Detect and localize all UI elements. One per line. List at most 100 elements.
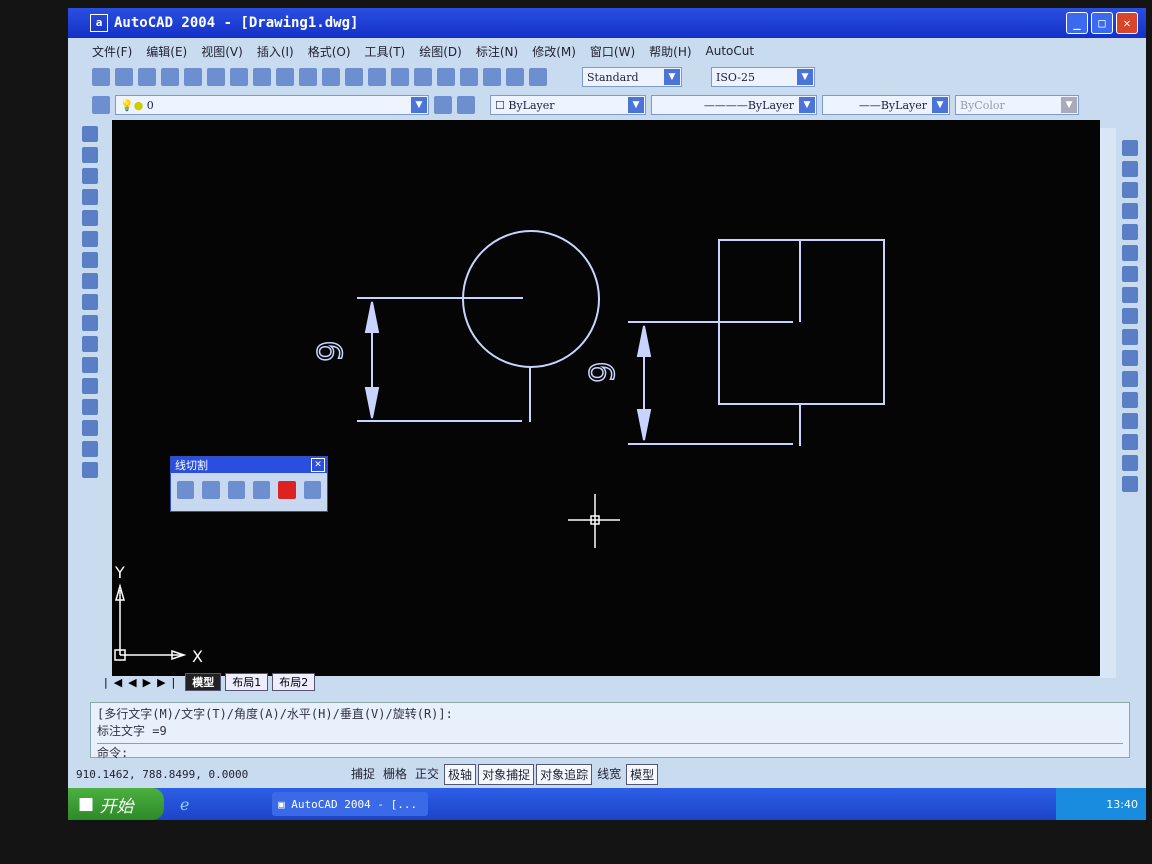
menu-item[interactable]: AutoCut xyxy=(706,44,755,58)
tab-layout1[interactable]: 布局1 xyxy=(225,673,269,691)
minimize-button[interactable]: _ xyxy=(1066,12,1088,34)
toolbar-tool-icon[interactable] xyxy=(391,68,409,86)
modify-tool-icon[interactable] xyxy=(1122,287,1138,303)
modify-tool-icon[interactable] xyxy=(1122,203,1138,219)
tab-layout2[interactable]: 布局2 xyxy=(272,673,316,691)
menu-item[interactable]: 插入(I) xyxy=(257,43,294,60)
toolbar-tool-icon[interactable] xyxy=(460,68,478,86)
draw-tool-icon[interactable] xyxy=(82,420,98,436)
modify-tool-icon[interactable] xyxy=(1122,455,1138,471)
draw-tool-icon[interactable] xyxy=(82,126,98,142)
draw-tool-icon[interactable] xyxy=(82,273,98,289)
status-toggle-button[interactable]: 对象捕捉 xyxy=(478,763,535,785)
toolbar-tool-icon[interactable] xyxy=(253,68,271,86)
drawing-canvas[interactable]: 9 9 Y X xyxy=(112,120,1100,676)
status-toggle-button[interactable]: 模型 xyxy=(626,763,659,785)
menu-item[interactable]: 标注(N) xyxy=(476,43,518,60)
status-toggle-button[interactable]: 线宽 xyxy=(594,764,624,785)
wire-cut-tool-icon[interactable] xyxy=(303,481,321,499)
plot-style-select[interactable]: ByColor ▼ xyxy=(955,95,1079,115)
toolbar-tool-icon[interactable] xyxy=(276,68,294,86)
menu-item[interactable]: 修改(M) xyxy=(532,43,576,60)
layer-previous-icon[interactable] xyxy=(457,96,475,114)
command-window[interactable]: [多行文字(M)/文字(T)/角度(A)/水平(H)/垂直(V)/旋转(R)]:… xyxy=(90,702,1130,761)
close-button[interactable]: ✕ xyxy=(1116,12,1138,34)
wire-cut-tool-icon[interactable] xyxy=(227,481,245,499)
toolbar-tool-icon[interactable] xyxy=(161,68,179,86)
draw-tool-icon[interactable] xyxy=(82,252,98,268)
status-toggle-button[interactable]: 栅格 xyxy=(380,764,410,785)
toolbar-tool-icon[interactable] xyxy=(207,68,225,86)
modify-tool-icon[interactable] xyxy=(1122,371,1138,387)
close-icon[interactable]: ✕ xyxy=(311,458,325,472)
menu-item[interactable]: 工具(T) xyxy=(365,43,406,60)
draw-tool-icon[interactable] xyxy=(82,378,98,394)
toolbar-tool-icon[interactable] xyxy=(184,68,202,86)
toolbar-tool-icon[interactable] xyxy=(92,68,110,86)
modify-tool-icon[interactable] xyxy=(1122,476,1138,492)
toolbar-tool-icon[interactable] xyxy=(414,68,432,86)
menu-item[interactable]: 帮助(H) xyxy=(649,43,691,60)
modify-tool-icon[interactable] xyxy=(1122,140,1138,156)
modify-tool-icon[interactable] xyxy=(1122,350,1138,366)
toolbar-tool-icon[interactable] xyxy=(368,68,386,86)
draw-tool-icon[interactable] xyxy=(82,441,98,457)
toolbar-tool-icon[interactable] xyxy=(483,68,501,86)
command-prompt[interactable]: 命令: xyxy=(97,743,1123,761)
modify-tool-icon[interactable] xyxy=(1122,224,1138,240)
menu-item[interactable]: 窗口(W) xyxy=(590,43,635,60)
toolbar-tool-icon[interactable] xyxy=(529,68,547,86)
status-toggle-button[interactable]: 正交 xyxy=(412,764,442,785)
draw-tool-icon[interactable] xyxy=(82,462,98,478)
color-select[interactable]: ☐ ByLayer ▼ xyxy=(490,95,646,115)
status-toggle-button[interactable]: 对象追踪 xyxy=(536,763,593,785)
menu-item[interactable]: 编辑(E) xyxy=(146,43,187,60)
status-toggle-button[interactable]: 极轴 xyxy=(444,763,477,785)
draw-tool-icon[interactable] xyxy=(82,147,98,163)
floating-toolbar[interactable]: 线切割 ✕ xyxy=(170,456,328,512)
toolbar-tool-icon[interactable] xyxy=(230,68,248,86)
warning-icon[interactable] xyxy=(278,481,296,499)
internet-explorer-icon[interactable]: ℯ xyxy=(180,795,189,814)
dim-style-select[interactable]: ISO-25 ▼ xyxy=(711,67,815,87)
toolbar-tool-icon[interactable] xyxy=(506,68,524,86)
maximize-button[interactable]: □ xyxy=(1091,12,1113,34)
toolbar-tool-icon[interactable] xyxy=(345,68,363,86)
toolbar-tool-icon[interactable] xyxy=(299,68,317,86)
menu-item[interactable]: 视图(V) xyxy=(201,43,243,60)
modify-tool-icon[interactable] xyxy=(1122,308,1138,324)
draw-tool-icon[interactable] xyxy=(82,315,98,331)
modify-tool-icon[interactable] xyxy=(1122,413,1138,429)
vertical-scrollbar[interactable] xyxy=(1100,128,1116,678)
draw-tool-icon[interactable] xyxy=(82,399,98,415)
draw-tool-icon[interactable] xyxy=(82,336,98,352)
make-current-layer-icon[interactable] xyxy=(434,96,452,114)
modify-tool-icon[interactable] xyxy=(1122,266,1138,282)
tab-model[interactable]: 模型 xyxy=(185,673,222,691)
toolbar-tool-icon[interactable] xyxy=(115,68,133,86)
layers-icon[interactable] xyxy=(92,96,110,114)
toolbar-tool-icon[interactable] xyxy=(322,68,340,86)
start-button[interactable]: ■ 开始 xyxy=(68,788,164,820)
toolbar-tool-icon[interactable] xyxy=(437,68,455,86)
draw-tool-icon[interactable] xyxy=(82,294,98,310)
text-style-select[interactable]: Standard ▼ xyxy=(582,67,682,87)
modify-tool-icon[interactable] xyxy=(1122,329,1138,345)
draw-tool-icon[interactable] xyxy=(82,231,98,247)
menu-item[interactable]: 文件(F) xyxy=(92,43,132,60)
draw-tool-icon[interactable] xyxy=(82,168,98,184)
tab-navigation-arrows[interactable]: |◀◀▶▶| xyxy=(104,676,181,689)
modify-tool-icon[interactable] xyxy=(1122,392,1138,408)
menu-item[interactable]: 格式(O) xyxy=(308,43,351,60)
wire-cut-tool-icon[interactable] xyxy=(202,481,220,499)
wire-cut-tool-icon[interactable] xyxy=(177,481,195,499)
draw-tool-icon[interactable] xyxy=(82,189,98,205)
wire-cut-tool-icon[interactable] xyxy=(252,481,271,499)
modify-tool-icon[interactable] xyxy=(1122,434,1138,450)
linetype-select[interactable]: ———— ByLayer ▼ xyxy=(651,95,817,115)
lineweight-select[interactable]: —— ByLayer ▼ xyxy=(822,95,950,115)
taskbar-item-autocad[interactable]: ▣ AutoCAD 2004 - [... xyxy=(272,792,428,816)
status-toggle-button[interactable]: 捕捉 xyxy=(348,764,378,785)
modify-tool-icon[interactable] xyxy=(1122,161,1138,177)
menu-item[interactable]: 绘图(D) xyxy=(419,43,462,60)
